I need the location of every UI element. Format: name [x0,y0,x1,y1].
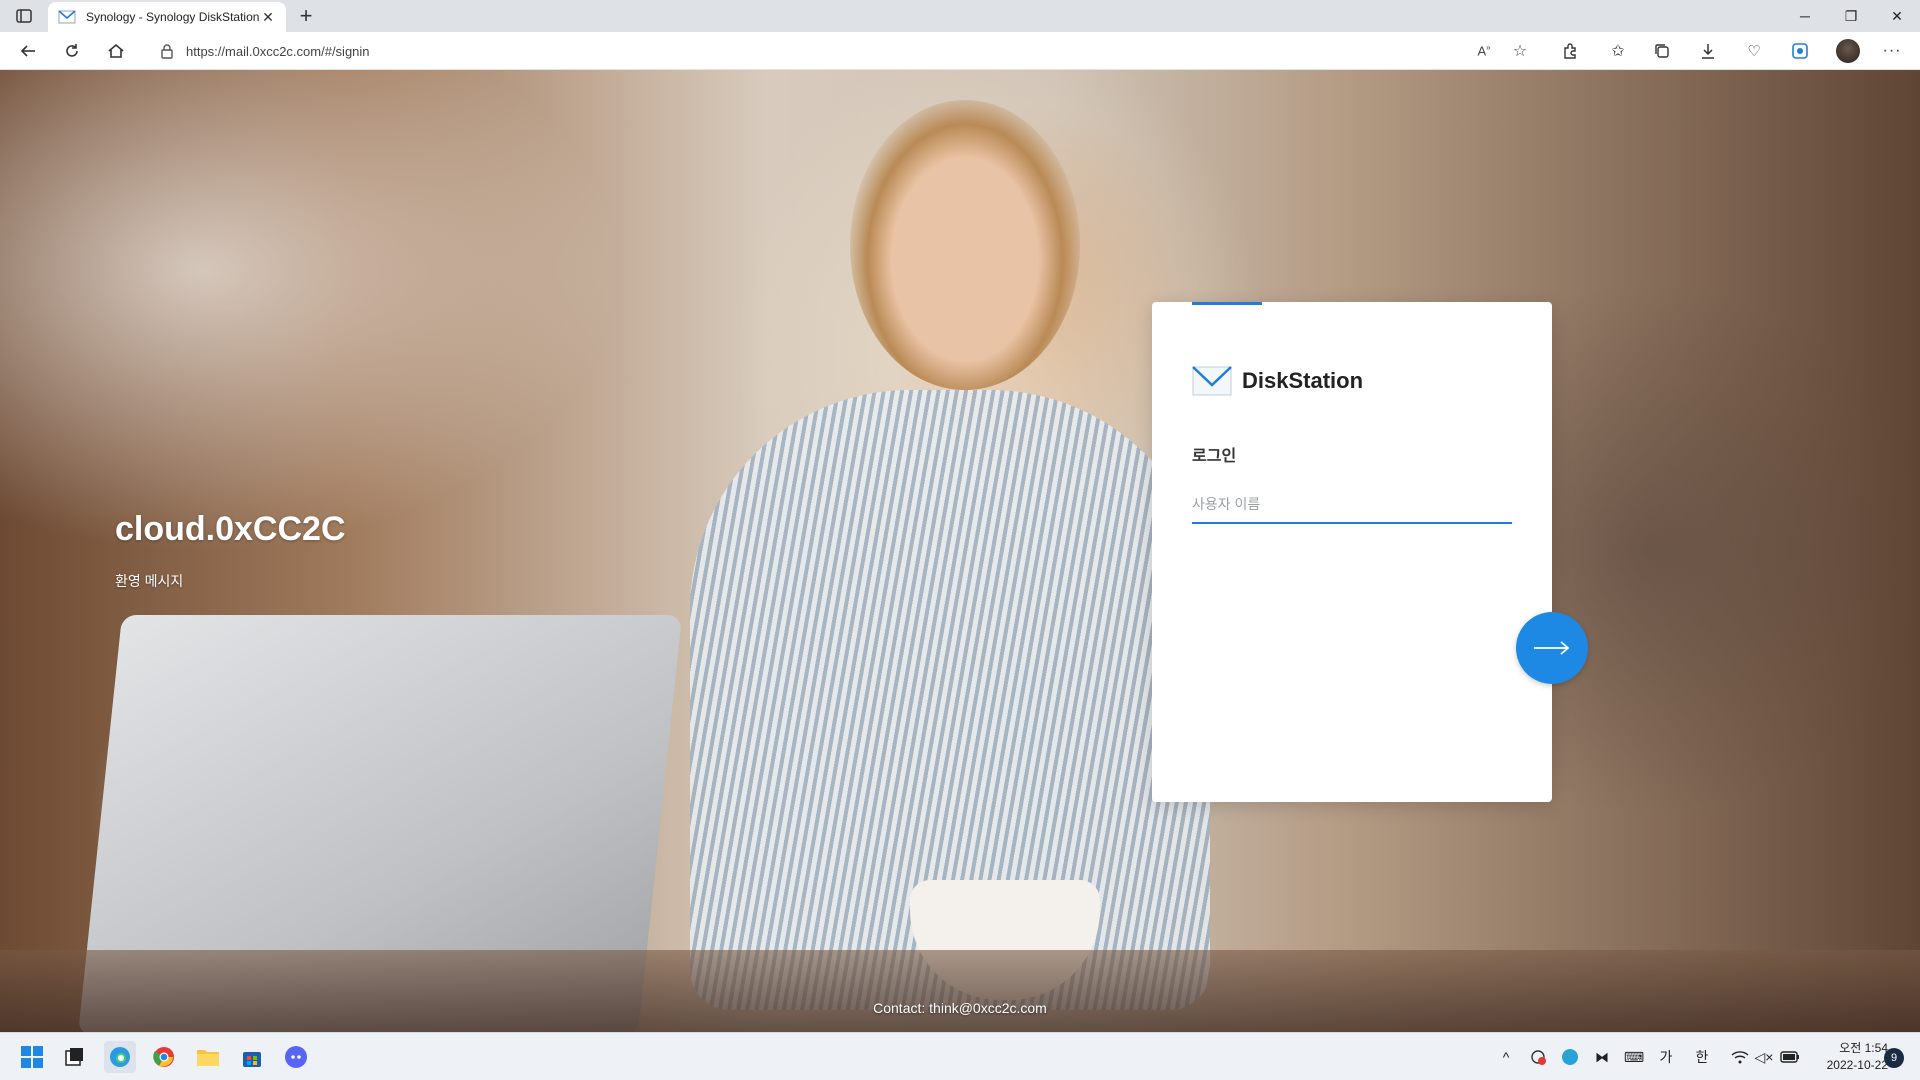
chevron-up-icon[interactable]: ^ [1494,1045,1518,1069]
system-clock[interactable]: 오전 1:54 2022-10-22 [1808,1040,1888,1074]
minimize-button[interactable]: ─ [1782,0,1828,32]
ime-han-indicator[interactable]: 한 [1690,1045,1714,1069]
discord-app-icon[interactable] [280,1041,312,1073]
app-tray-icon[interactable] [1558,1045,1582,1069]
tab-strip: Synology - Synology DiskStation ✕ + ─ ❐ … [0,0,1920,32]
edge-sidebar-icon[interactable] [1786,37,1814,65]
mail-icon [58,10,76,24]
add-favorite-icon[interactable]: ☆ [1506,37,1534,65]
contact-text: Contact: think@0xcc2c.com [873,1000,1047,1016]
next-button[interactable] [1516,612,1588,684]
read-aloud-icon[interactable]: A» [1470,37,1498,65]
home-icon[interactable] [102,37,130,65]
logo-text: DiskStation [1242,368,1364,393]
brand-title: cloud.0xCC2C [115,510,346,548]
login-heading: 로그인 [1192,448,1237,465]
taskbar: ^ ⧓ ⌨ 가 한 ◁× 오전 1:54 2022-10-22 9 [0,1032,1920,1080]
arrow-right-icon [1534,641,1570,655]
collections-icon[interactable] [1648,37,1676,65]
welcome-message: 환영 메시지 [115,573,184,589]
notification-badge[interactable]: 9 [1884,1048,1904,1068]
volume-mute-icon[interactable]: ◁× [1752,1045,1776,1069]
store-app-icon[interactable] [236,1041,268,1073]
ime-ga-indicator[interactable]: 가 [1654,1045,1678,1069]
keyboard-icon[interactable]: ⌨ [1622,1045,1646,1069]
refresh-icon[interactable] [58,37,86,65]
login-card: DiskStation 로그인 [1152,302,1552,802]
profile-avatar[interactable] [1834,37,1862,65]
task-view-icon[interactable] [58,1041,90,1073]
mail-icon [1192,366,1232,396]
battery-icon[interactable] [1778,1045,1802,1069]
network-blocked-icon[interactable] [1526,1045,1550,1069]
address-bar[interactable]: https://mail.0xcc2c.com/#/signin [146,36,1526,66]
diskstation-logo: DiskStation [1192,366,1363,396]
close-icon[interactable]: ✕ [260,9,276,25]
background-photo-head [850,100,1080,390]
signin-page: cloud.0xCC2C 환영 메시지 DiskStation 로그인 Cont… [0,70,1920,1032]
extensions-icon[interactable] [1556,37,1584,65]
browser-essentials-icon[interactable]: ♡ [1740,37,1768,65]
more-options-icon[interactable]: ··· [1878,37,1906,65]
clock-date: 2022-10-22 [1826,1058,1888,1072]
favorites-icon[interactable]: ✩ [1604,37,1632,65]
card-accent-bar [1192,302,1262,305]
tab-actions-icon[interactable] [12,6,36,26]
restore-button[interactable]: ❐ [1828,0,1874,32]
url-text: https://mail.0xcc2c.com/#/signin [186,43,370,59]
download-icon[interactable] [1694,37,1722,65]
background-photo-table [0,950,1920,1032]
clock-time: 오전 1:54 [1839,1041,1888,1055]
new-tab-button[interactable]: + [294,4,318,28]
tab-title: Synology - Synology DiskStation [86,10,260,24]
username-input[interactable] [1192,486,1512,524]
browser-tab[interactable]: Synology - Synology DiskStation ✕ [48,2,286,32]
windows-start-icon[interactable] [16,1041,48,1073]
bluetooth-icon[interactable]: ⧓ [1590,1045,1614,1069]
window-close-button[interactable]: ✕ [1874,0,1920,32]
back-icon[interactable] [14,37,42,65]
browser-toolbar: https://mail.0xcc2c.com/#/signin A» ☆ ✩ … [0,32,1920,70]
edge-app-icon[interactable] [104,1041,136,1073]
chrome-app-icon[interactable] [148,1041,180,1073]
lock-icon [161,44,173,59]
file-explorer-icon[interactable] [192,1041,224,1073]
wifi-icon[interactable] [1728,1045,1752,1069]
